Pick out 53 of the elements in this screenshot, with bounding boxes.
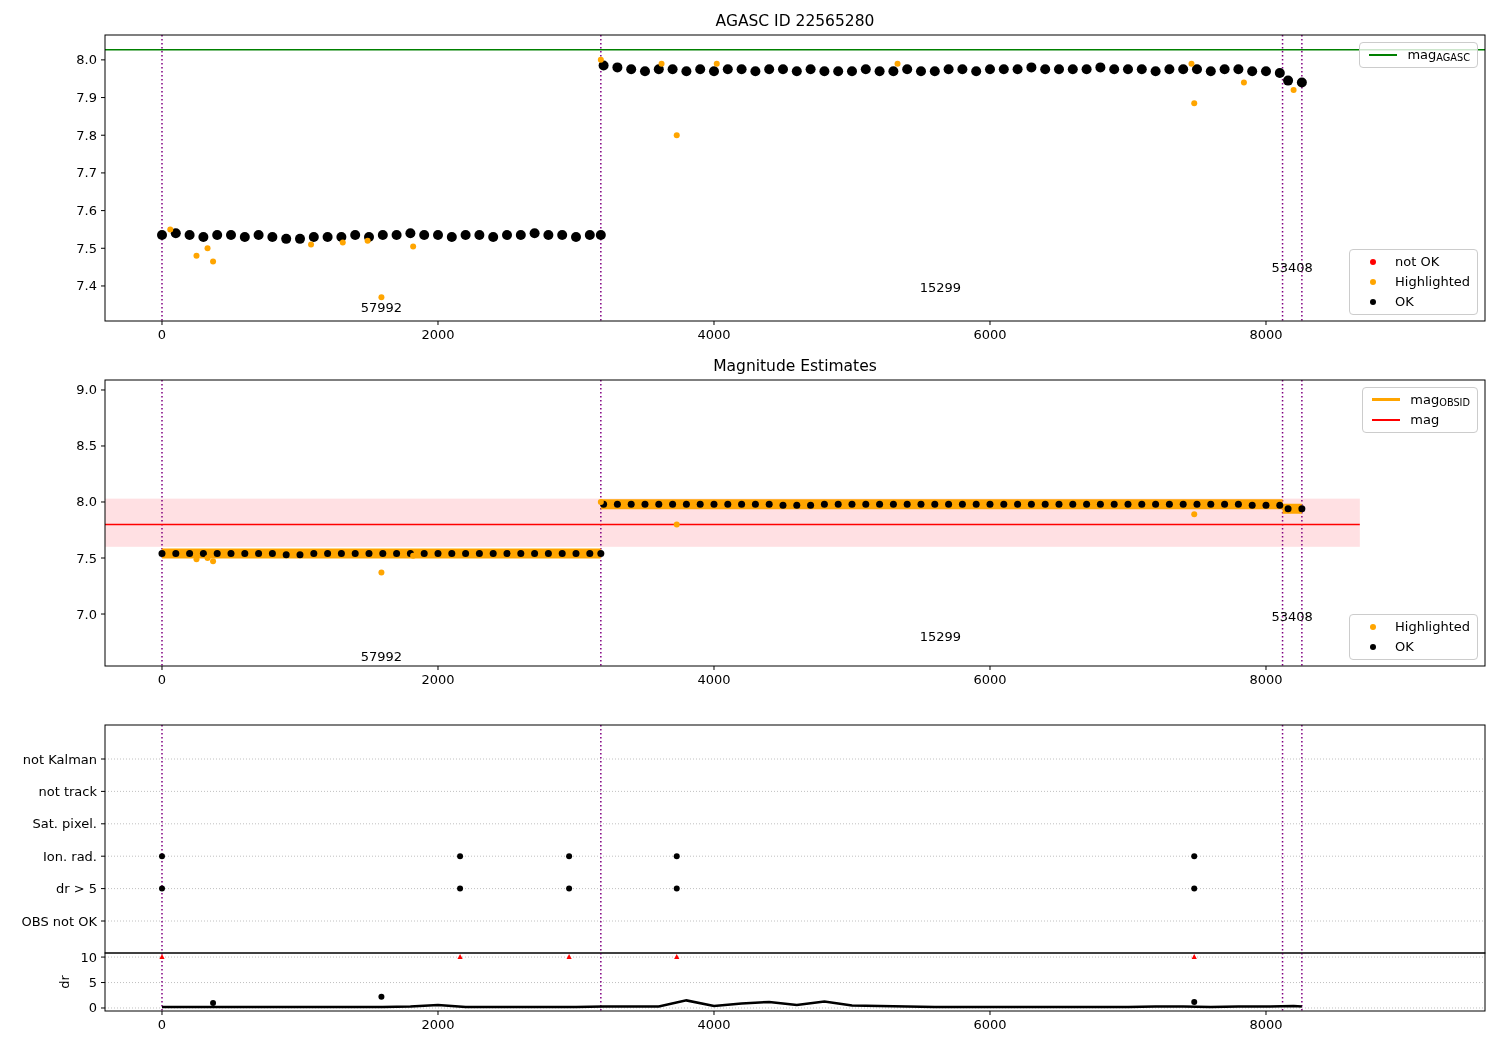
x-tick-label: 6000	[973, 1017, 1007, 1032]
y-tick-label: 7.7	[76, 165, 97, 181]
y-tick-label: 7.4	[76, 278, 97, 294]
x-tick-label: 2000	[421, 327, 455, 342]
y-tick-label: 9.0	[76, 382, 97, 398]
y-tick-label: 7.8	[76, 127, 97, 143]
x-tick-label: 4000	[697, 672, 731, 687]
legend-label: OK	[1395, 638, 1414, 656]
legend-label: mag$_{OBSID}$	[1410, 391, 1470, 409]
y-tick-label: 8.0	[76, 52, 97, 68]
x-tick-label: 4000	[697, 1017, 731, 1032]
legend-label: Highlighted	[1395, 618, 1470, 636]
x-tick-label: 2000	[421, 672, 455, 687]
x-tick-label: 8000	[1249, 327, 1283, 342]
chart-title: Magnitude Estimates	[713, 357, 877, 375]
y-tick-label: 7.9	[76, 90, 97, 106]
x-tick-label: 2000	[421, 1017, 455, 1032]
y-tick-label: 7.6	[76, 203, 97, 219]
y-tick-label: 7.5	[76, 550, 97, 566]
y-tick-label: 0	[88, 1000, 97, 1016]
y-tick-label: OBS not OK	[21, 913, 97, 929]
y-tick-label: 5	[88, 975, 97, 991]
y-tick-label: 8.0	[76, 494, 97, 510]
chart-title: AGASC ID 22565280	[715, 12, 875, 30]
legend-label: Highlighted	[1395, 273, 1470, 291]
annotation-label: 53408	[1271, 260, 1313, 276]
x-tick-label: 0	[157, 672, 167, 687]
x-tick-label: 4000	[697, 327, 731, 342]
x-tick-label: 6000	[973, 672, 1007, 687]
y-tick-label: 7.5	[76, 240, 97, 256]
y-tick-label: not Kalman	[22, 751, 97, 767]
y-tick-label: Ion. rad.	[43, 848, 97, 864]
legend-label: not OK	[1395, 253, 1440, 271]
legend-label: mag$_{AGASC}$	[1407, 46, 1470, 64]
axis-label: dr	[57, 975, 72, 989]
annotation-label: 53408	[1271, 608, 1313, 624]
x-tick-label: 8000	[1249, 672, 1283, 687]
annotation-label: 57992	[360, 300, 403, 316]
y-tick-label: Sat. pixel.	[32, 816, 97, 832]
y-tick-label: dr > 5	[55, 881, 97, 897]
legend-label: OK	[1395, 293, 1414, 311]
y-tick-label: 8.5	[76, 438, 97, 454]
y-tick-label: 7.0	[76, 606, 97, 622]
annotation-label: 57992	[360, 649, 403, 665]
annotation-label: 15299	[919, 280, 961, 296]
x-tick-label: 0	[157, 1017, 167, 1032]
y-tick-label: 10	[80, 949, 97, 965]
annotation-label: 15299	[919, 628, 961, 644]
y-tick-label: not track	[38, 783, 97, 799]
x-tick-label: 0	[157, 327, 167, 342]
x-tick-label: 8000	[1249, 1017, 1283, 1032]
legend-label: mag	[1410, 411, 1440, 429]
x-tick-label: 6000	[973, 327, 1007, 342]
